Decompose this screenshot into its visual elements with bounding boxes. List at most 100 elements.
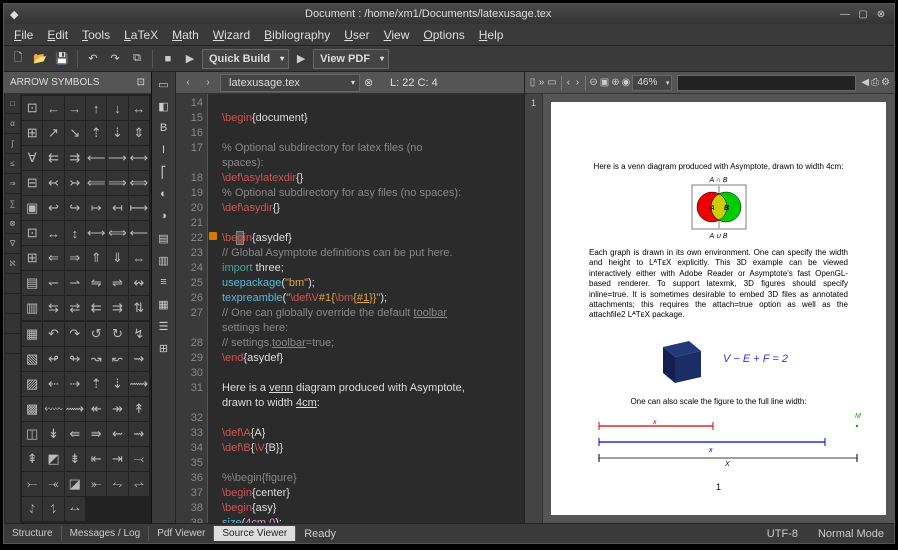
menu-options[interactable]: Options	[417, 26, 470, 44]
symbol-cell[interactable]: ⟶	[107, 146, 127, 170]
symbol-cell[interactable]: ⟵	[129, 221, 149, 245]
symbol-cell[interactable]: ⥍	[43, 497, 63, 521]
symbol-cell[interactable]: ⇞	[22, 447, 42, 471]
preview-search-input[interactable]	[677, 75, 856, 91]
symbols-close-icon[interactable]: ⊡	[137, 77, 145, 88]
symbol-cell[interactable]: ↻	[107, 322, 127, 346]
symbol-cell[interactable]: ↢	[43, 171, 63, 195]
stop-icon[interactable]: ■	[158, 49, 178, 69]
symbol-cell[interactable]: ⇥	[107, 447, 127, 471]
symbol-tab-8[interactable]: ℵ	[5, 254, 20, 274]
symbol-cell[interactable]: ⟸	[86, 171, 106, 195]
vtool-5[interactable]: ◐	[154, 184, 174, 204]
symbol-cell[interactable]: ⇕	[129, 121, 149, 145]
zoom-out-icon[interactable]: ⊖	[589, 74, 597, 92]
symbol-cell[interactable]: ↑	[86, 96, 106, 120]
symbol-cell[interactable]: ↪	[65, 196, 85, 220]
symbol-cell[interactable]: ⇒	[65, 246, 85, 270]
symbol-cell[interactable]: ⇉	[107, 296, 127, 320]
menu-bibliography[interactable]: Bibliography	[258, 26, 336, 44]
symbol-cell[interactable]: ↠	[107, 397, 127, 421]
zoom-actual-icon[interactable]: ◉	[622, 74, 631, 92]
symbol-cell[interactable]: ⇤	[86, 447, 106, 471]
menu-edit[interactable]: Edit	[41, 26, 74, 44]
view-combo[interactable]: View PDF	[313, 49, 389, 69]
symbol-cell[interactable]: ⇌	[107, 271, 127, 295]
symbol-cell[interactable]: ↟	[129, 397, 149, 421]
symbol-tab-9[interactable]	[5, 274, 20, 294]
symbol-cell[interactable]: ◫	[22, 422, 42, 446]
symbol-tab-0[interactable]: □	[5, 94, 20, 114]
symbol-cell[interactable]: ⊞	[22, 246, 42, 270]
symbol-cell[interactable]: ⇚	[65, 422, 85, 446]
menu-tools[interactable]: Tools	[76, 26, 116, 44]
maximize-button[interactable]: ▢	[856, 7, 870, 21]
vtool-3[interactable]: I	[154, 140, 174, 160]
symbol-tab-2[interactable]: ∫	[5, 134, 20, 154]
new-icon[interactable]: 🗋	[8, 49, 28, 69]
symbol-cell[interactable]: ⇆	[43, 296, 63, 320]
zoom-combo[interactable]: 46%	[632, 75, 672, 91]
vtool-4[interactable]: ⎡	[154, 162, 174, 182]
symbol-cell[interactable]: ⇑	[86, 246, 106, 270]
symbol-tab-10[interactable]	[5, 294, 20, 314]
symbol-cell[interactable]: ⇝	[129, 347, 149, 371]
symbol-cell[interactable]: ◪	[65, 472, 85, 496]
symbol-cell[interactable]: ⇜	[107, 422, 127, 446]
zoom-in-icon[interactable]: ⊕	[611, 74, 619, 92]
symbol-cell[interactable]: ↓	[107, 96, 127, 120]
next-page-icon[interactable]: ›	[574, 74, 581, 92]
menu-user[interactable]: User	[338, 26, 375, 44]
menu-math[interactable]: Math	[166, 26, 205, 44]
symbol-cell[interactable]: ⇐	[43, 246, 63, 270]
symbol-cell[interactable]: ⟹	[107, 171, 127, 195]
symbol-tab-12[interactable]	[5, 334, 20, 354]
symbol-cell[interactable]: ⬳	[43, 397, 63, 421]
symbol-cell[interactable]: ⇔	[129, 246, 149, 270]
page-layout-icon[interactable]: ▯	[529, 74, 536, 92]
symbol-cell[interactable]: ⟺	[107, 221, 127, 245]
symbol-cell[interactable]: ⤚	[22, 472, 42, 496]
symbol-cell[interactable]: ↽	[43, 271, 63, 295]
vtool-2[interactable]: B	[154, 118, 174, 138]
status-tab-messages-log[interactable]: Messages / Log	[62, 526, 150, 541]
symbol-cell[interactable]: ⇡	[86, 121, 106, 145]
vtool-12[interactable]: ⊞	[154, 338, 174, 358]
symbol-cell[interactable]: ⇢	[65, 372, 85, 396]
vtool-11[interactable]: ☰	[154, 316, 174, 336]
open-icon[interactable]: 📂	[30, 49, 50, 69]
symbol-cell[interactable]: ▧	[22, 347, 42, 371]
symbol-cell[interactable]: ▤	[22, 271, 42, 295]
symbol-tab-5[interactable]: ∑	[5, 194, 20, 214]
symbol-cell[interactable]: ⤙	[129, 447, 149, 471]
symbol-cell[interactable]: ⟼	[129, 196, 149, 220]
symbol-cell[interactable]: ⊡	[22, 96, 42, 120]
save-icon[interactable]: 💾	[52, 49, 72, 69]
settings-icon[interactable]: ⚙	[881, 74, 890, 92]
symbol-cell[interactable]: ⇣	[107, 121, 127, 145]
symbol-cell[interactable]: ⥊	[107, 472, 127, 496]
symbol-cell[interactable]: ↩	[43, 196, 63, 220]
symbol-tab-4[interactable]: ⇒	[5, 174, 20, 194]
symbol-cell[interactable]: ⇟	[65, 447, 85, 471]
vtool-0[interactable]: ▭	[154, 74, 174, 94]
symbol-cell[interactable]: ⊟	[22, 171, 42, 195]
symbol-cell[interactable]: ⥋	[129, 472, 149, 496]
symbol-cell[interactable]: ⇣	[107, 372, 127, 396]
symbol-cell[interactable]: ⤛	[43, 472, 63, 496]
symbol-cell[interactable]: ⇉	[65, 146, 85, 170]
symbol-cell[interactable]: ↕	[65, 221, 85, 245]
symbol-cell[interactable]: ⟷	[129, 146, 149, 170]
symbol-cell[interactable]: ↗	[43, 121, 63, 145]
vtool-9[interactable]: ≡	[154, 272, 174, 292]
status-tab-source-viewer[interactable]: Source Viewer	[214, 526, 296, 541]
vtool-7[interactable]: ▤	[154, 228, 174, 248]
symbol-cell[interactable]: ↘	[65, 121, 85, 145]
vtool-8[interactable]: ▥	[154, 250, 174, 270]
symbol-cell[interactable]: ⊞	[22, 121, 42, 145]
nav-back-icon[interactable]: ‹	[180, 75, 196, 91]
symbol-cell[interactable]: ⇡	[86, 372, 106, 396]
symbol-cell[interactable]: ⟿	[65, 397, 85, 421]
symbol-cell[interactable]: ⟵	[86, 146, 106, 170]
symbol-cell[interactable]: ⇝	[129, 422, 149, 446]
